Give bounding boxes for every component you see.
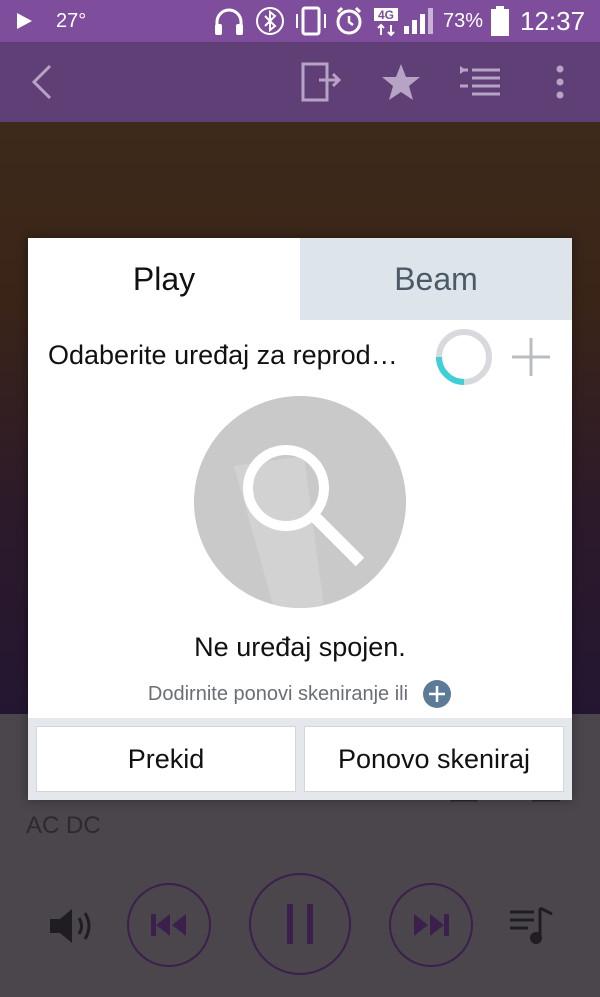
status-bar: 27° 4G 73% 12:37: [0, 0, 600, 42]
playlist-icon[interactable]: [508, 902, 554, 948]
play-icon: [14, 0, 34, 42]
app-bar: [0, 42, 600, 122]
star-icon[interactable]: [376, 42, 426, 122]
rescan-hint-text: Dodirnite ponovi skeniranje ili: [147, 682, 409, 705]
next-icon: [414, 914, 449, 936]
signal-icon: [402, 0, 438, 42]
search-icon: [194, 396, 406, 608]
cast-icon[interactable]: [296, 42, 346, 122]
battery-percent: 73%: [443, 9, 484, 32]
tab-beam[interactable]: Beam: [300, 238, 572, 320]
previous-icon: [151, 914, 186, 936]
network-4g-icon: 4G: [372, 0, 400, 42]
tab-play[interactable]: Play: [28, 238, 300, 320]
vibrate-icon: [294, 0, 328, 42]
alarm-icon: [334, 0, 364, 42]
device-picker-dialog: Play Beam Odaberite uređaj za reprod… Ne…: [28, 238, 572, 800]
bluetooth-icon: [256, 0, 284, 42]
device-header-row: Odaberite uređaj za reprod…: [28, 320, 572, 392]
artist-name: AC DC: [26, 812, 101, 839]
pause-icon: [287, 904, 313, 944]
battery-icon: [490, 0, 510, 42]
more-icon[interactable]: [540, 42, 580, 122]
scanning-spinner-icon: [434, 327, 494, 387]
volume-icon[interactable]: [48, 904, 98, 948]
add-device-icon[interactable]: [510, 336, 552, 378]
temperature-text: 27°: [56, 9, 87, 32]
dialog-tabs: Play Beam: [28, 238, 572, 320]
no-device-message: Ne uređaj spojen.: [194, 632, 406, 662]
back-icon[interactable]: [22, 42, 62, 122]
dialog-button-bar: Prekid Ponovo skeniraj: [28, 718, 572, 800]
queue-icon[interactable]: [454, 42, 506, 122]
previous-button[interactable]: [127, 883, 211, 967]
cancel-button[interactable]: Prekid: [36, 726, 296, 792]
rescan-button[interactable]: Ponovo skeniraj: [304, 726, 564, 792]
device-list-title: Odaberite uređaj za reprod…: [48, 340, 398, 370]
pause-button[interactable]: [249, 873, 351, 975]
headphones-icon: [212, 0, 246, 42]
next-button[interactable]: [389, 883, 473, 967]
plus-circle-icon[interactable]: [422, 679, 452, 709]
clock-time: 12:37: [520, 5, 586, 36]
network-label: 4G: [378, 8, 394, 22]
rescan-hint: Dodirnite ponovi skeniranje ili: [28, 678, 572, 710]
